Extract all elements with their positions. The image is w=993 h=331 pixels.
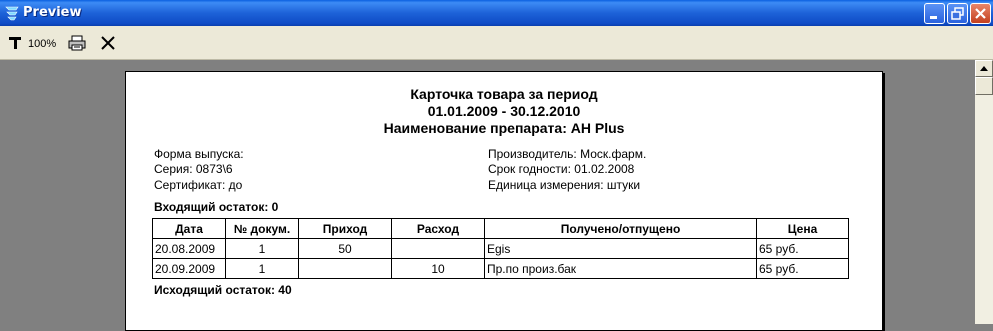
table-row: 20.09.2009 1 10 Пр.по произ.бак 65 руб.	[152, 258, 849, 279]
movement-table: Дата № докум. Приход Расход Получено/отп…	[152, 218, 849, 279]
header-expense: Расход	[391, 218, 485, 239]
print-button[interactable]	[67, 34, 87, 52]
fr-logo-icon	[4, 4, 21, 21]
cell-expense	[391, 238, 485, 259]
header-doc-number: № докум.	[225, 218, 299, 239]
report-period: 01.01.2009 - 30.12.2010	[427, 103, 581, 119]
cell-income	[298, 258, 392, 279]
header-income: Приход	[298, 218, 392, 239]
header-date: Дата	[152, 218, 226, 239]
printer-icon	[68, 35, 86, 51]
close-button[interactable]	[970, 3, 991, 24]
series-label: Серия: 0873\6	[154, 162, 233, 176]
arrow-up-icon	[980, 66, 988, 71]
report-title: Карточка товара за период	[410, 86, 598, 102]
manufacturer-label: Производитель: Моск.фарм.	[488, 147, 647, 161]
preview-viewport[interactable]: Карточка товара за период 01.01.2009 - 3…	[0, 60, 975, 331]
cell-price: 65 руб.	[756, 258, 849, 279]
zoom-button[interactable]	[8, 34, 26, 52]
form-label: Форма выпуска:	[154, 147, 244, 161]
close-preview-button[interactable]	[99, 34, 117, 52]
expiry-label: Срок годности: 01.02.2008	[488, 162, 635, 176]
cell-price: 65 руб.	[756, 238, 849, 259]
cell-expense: 10	[391, 258, 485, 279]
restore-button[interactable]	[947, 3, 968, 24]
close-x-icon	[101, 36, 115, 50]
report-page: Карточка товара за период 01.01.2009 - 3…	[125, 71, 883, 331]
certificate-label: Сертификат: до	[154, 178, 243, 192]
report-drug-name: Наименование препарата: AH Plus	[383, 120, 625, 136]
close-icon	[975, 8, 986, 19]
toolbar: 100%	[0, 26, 993, 60]
zoom-pin-icon	[9, 37, 21, 49]
opening-balance: Входящий остаток: 0	[154, 200, 279, 214]
cell-received-issued: Egis	[484, 238, 757, 259]
scroll-thumb[interactable]	[975, 77, 993, 95]
zoom-label[interactable]: 100%	[28, 38, 56, 50]
cell-income: 50	[298, 238, 392, 259]
window-title: Preview	[23, 5, 82, 20]
cell-received-issued: Пр.по произ.бак	[484, 258, 757, 279]
vertical-scrollbar[interactable]	[975, 60, 993, 324]
cell-date: 20.08.2009	[152, 238, 226, 259]
cell-doc-number: 1	[225, 238, 299, 259]
header-received-issued: Получено/отпущено	[484, 218, 757, 239]
cell-doc-number: 1	[225, 258, 299, 279]
closing-balance: Исходящий остаток: 40	[154, 283, 292, 297]
scroll-up-button[interactable]	[975, 60, 993, 77]
unit-label: Единица измерения: штуки	[488, 178, 641, 192]
title-bar[interactable]: Preview	[0, 0, 993, 26]
minimize-button[interactable]	[924, 3, 945, 24]
table-header-row: Дата № докум. Приход Расход Получено/отп…	[152, 218, 849, 239]
minimize-icon	[930, 16, 937, 19]
cell-date: 20.09.2009	[152, 258, 226, 279]
header-price: Цена	[756, 218, 849, 239]
table-row: 20.08.2009 1 50 Egis 65 руб.	[152, 238, 849, 259]
restore-icon	[951, 7, 964, 20]
